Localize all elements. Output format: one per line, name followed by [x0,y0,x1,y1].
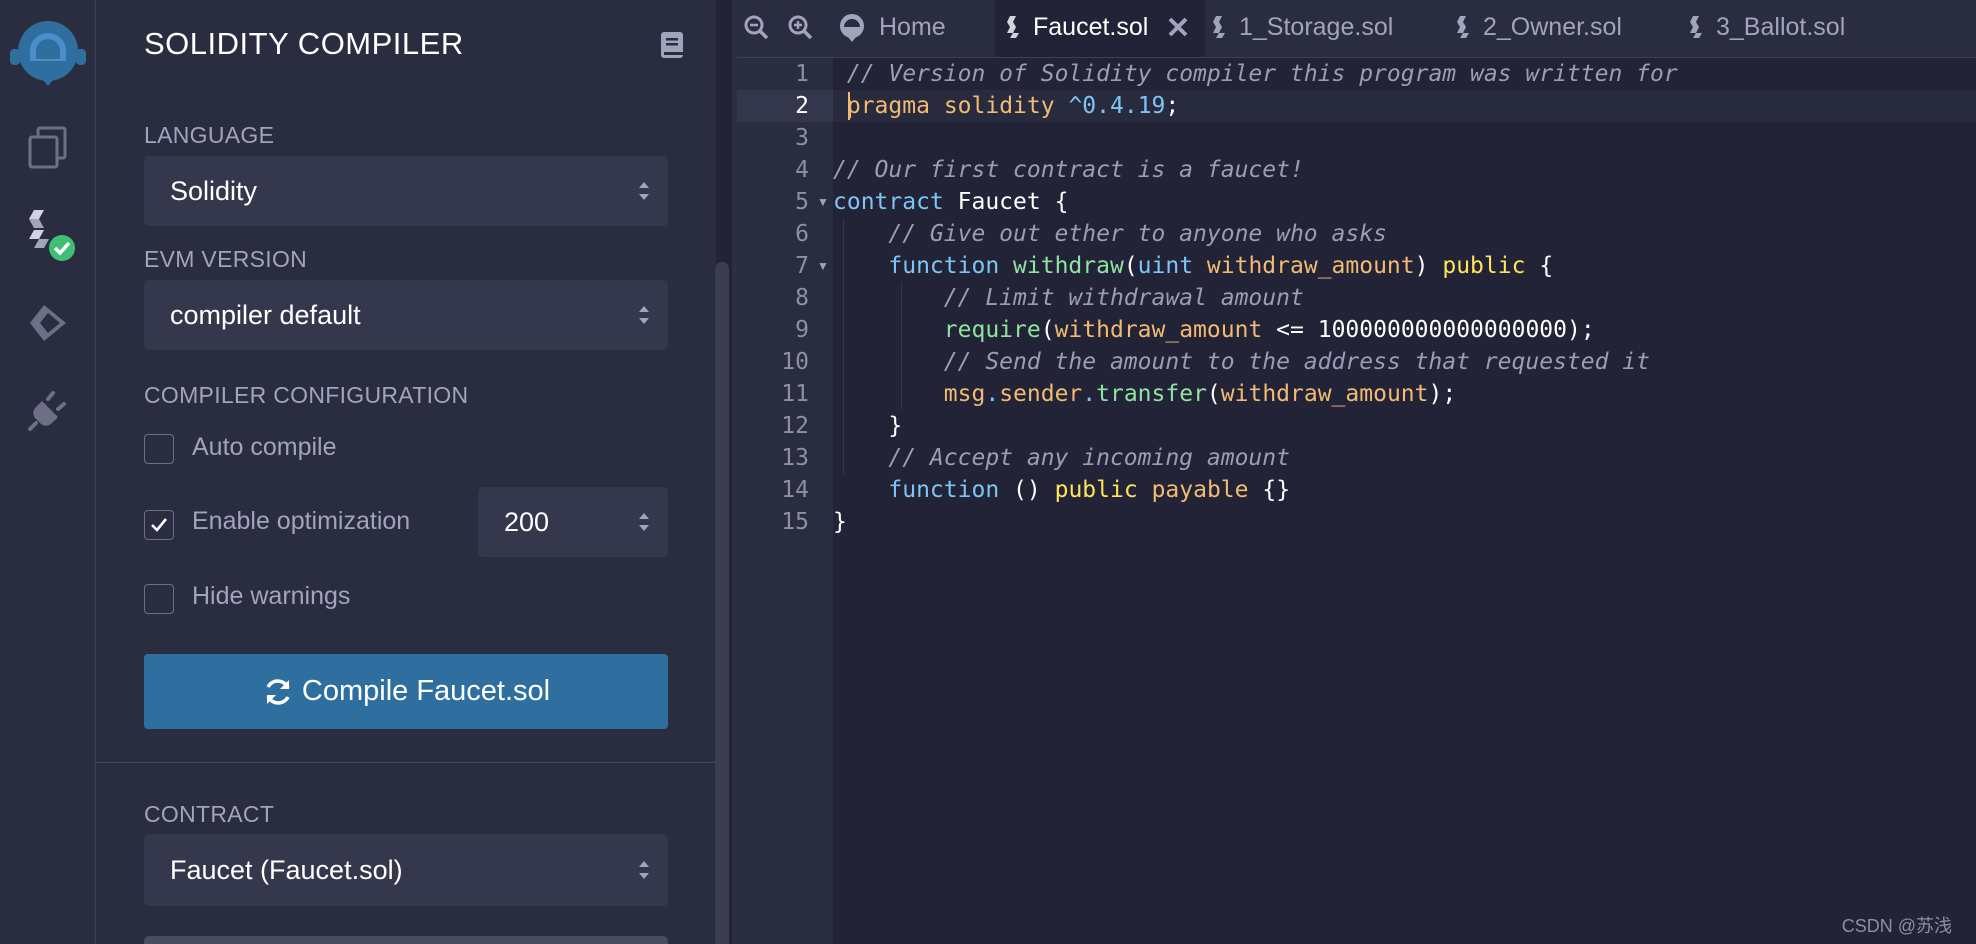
contract-value: Faucet (Faucet.sol) [170,854,403,885]
evm-version-value: compiler default [170,299,361,330]
code-line[interactable]: function withdraw(uint withdraw_amount) … [833,250,1553,282]
language-value: Solidity [170,175,258,206]
solidity-file-icon [1007,16,1019,38]
publish-button[interactable] [144,936,668,944]
tab-label: Faucet.sol [1033,12,1149,41]
tab-label: Home [879,12,946,41]
code-line[interactable]: // Give out ether to anyone who asks [833,218,1387,250]
close-tab-icon[interactable] [1167,0,1189,54]
line-number: 13 [781,445,809,471]
panel-scrollbar[interactable] [715,262,729,944]
code-line[interactable]: pragma solidity ^0.4.19; [833,90,1179,122]
line-number: 7 [795,253,809,279]
compiler-panel: SOLIDITY COMPILER LANGUAGE Solidity EVM … [96,0,716,944]
contract-select[interactable]: Faucet (Faucet.sol) [144,834,668,906]
file-explorer-icon[interactable] [0,112,95,182]
icon-panel [0,0,96,944]
compiler-configuration-label: COMPILER CONFIGURATION [144,382,469,408]
code-line[interactable]: function () public payable {} [833,474,1290,506]
documentation-icon[interactable] [659,30,685,60]
code-line[interactable]: // Limit withdrawal amount [833,282,1304,314]
evm-version-select[interactable]: compiler default [144,280,668,350]
zoom-out-icon[interactable] [743,0,769,54]
line-number: 5 [795,189,809,215]
line-number: 4 [795,157,809,183]
select-caret-icon [639,306,649,324]
panel-title: SOLIDITY COMPILER [144,26,464,61]
code-line[interactable]: require(withdraw_amount <= 1000000000000… [833,314,1595,346]
deploy-run-icon[interactable] [0,288,95,358]
line-number: 14 [781,477,809,503]
fold-toggle-icon[interactable]: ▼ [817,186,829,218]
tab-label: 2_Owner.sol [1483,12,1622,41]
tab-file[interactable]: 2_Owner.sol [1455,0,1622,54]
contract-label: CONTRACT [144,801,275,827]
code-editor[interactable]: // Version of Solidity compiler this pro… [833,58,1976,944]
line-number: 10 [781,349,809,375]
line-number: 1 [795,61,809,87]
solidity-file-icon [1213,16,1225,38]
solidity-compiler-icon[interactable] [0,196,95,276]
select-caret-icon [639,861,649,879]
zoom-in-icon[interactable] [787,0,813,54]
enable-optimization-label: Enable optimization [192,507,411,535]
code-line[interactable]: contract Faucet { [833,186,1068,218]
plugin-manager-icon[interactable] [0,376,95,446]
compile-button-label: Compile Faucet.sol [301,675,551,707]
hide-warnings-label: Hide warnings [192,582,351,610]
tab-file[interactable]: 1_Storage.sol [1211,0,1393,54]
line-number: 9 [795,317,809,343]
line-number: 15 [781,509,809,535]
language-label: LANGUAGE [144,122,275,148]
tab-file[interactable]: Faucet.sol [1005,0,1148,54]
auto-compile-label: Auto compile [192,433,337,461]
compile-button[interactable]: Compile Faucet.sol [144,654,668,729]
remix-home-icon [840,14,864,42]
hide-warnings-checkbox[interactable] [144,584,174,614]
watermark: CSDN @苏浅 [1841,916,1952,936]
tab-file[interactable]: 3_Ballot.sol [1688,0,1845,54]
stepper-caret-icon[interactable] [636,508,652,536]
checkmark-icon [151,518,168,532]
line-number: 6 [795,221,809,247]
code-line[interactable]: // Accept any incoming amount [833,442,1290,474]
solidity-file-icon [1690,16,1702,38]
auto-compile-checkbox[interactable] [144,434,174,464]
tab-label: 3_Ballot.sol [1716,12,1846,41]
code-line[interactable]: } [833,506,847,538]
remix-logo-icon[interactable] [0,12,95,92]
code-line[interactable]: // Send the amount to the address that r… [833,346,1650,378]
line-number: 8 [795,285,809,311]
code-line[interactable]: // Our first contract is a faucet! [833,154,1304,186]
evm-version-label: EVM VERSION [144,246,308,272]
language-select[interactable]: Solidity [144,156,668,226]
line-number: 2 [795,93,809,119]
line-number: 11 [781,381,809,407]
optimization-runs-value: 200 [504,506,550,537]
enable-optimization-checkbox[interactable] [144,510,174,540]
refresh-icon [266,678,290,705]
fold-toggle-icon[interactable]: ▼ [817,250,829,282]
editor-tab-bar: Home Faucet.sol 1_Storage.sol 2_Owner.so… [737,0,1976,58]
line-number: 3 [795,125,809,151]
select-caret-icon [639,182,649,200]
line-number: 12 [781,413,809,439]
line-number-gutter: 1 2 3 4 5 6 7 8 9 10 11 12 13 14 15 ▼ ▼ [737,58,833,944]
panel-divider [96,762,716,763]
code-line[interactable]: } [833,410,902,442]
code-line[interactable]: msg.sender.transfer(withdraw_amount); [833,378,1456,410]
optimization-runs-input[interactable]: 200 [478,487,668,557]
code-line[interactable]: // Version of Solidity compiler this pro… [833,58,1678,90]
tab-home[interactable]: Home [835,0,946,54]
solidity-file-icon [1457,16,1469,38]
tab-label: 1_Storage.sol [1239,12,1394,41]
